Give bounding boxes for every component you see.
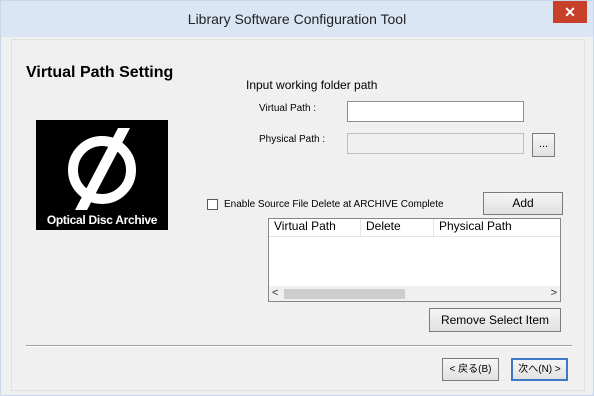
close-icon: ✕ (564, 4, 576, 20)
page-title: Virtual Path Setting (26, 64, 174, 81)
next-button[interactable]: 次へ(N) > (511, 358, 568, 381)
optical-disc-archive-logo: Optical Disc Archive (36, 120, 168, 230)
close-button[interactable]: ✕ (553, 1, 587, 23)
enable-delete-checkbox[interactable] (207, 199, 218, 210)
scroll-right-icon[interactable]: > (551, 286, 557, 301)
back-button[interactable]: < 戻る(B) (442, 358, 499, 381)
virtual-path-input[interactable] (347, 101, 524, 122)
column-virtual-path[interactable]: Virtual Path (269, 219, 361, 236)
disc-logo-icon (68, 128, 136, 210)
column-delete[interactable]: Delete (361, 219, 434, 236)
footer-divider (26, 345, 572, 347)
title-bar[interactable]: Library Software Configuration Tool ✕ (1, 1, 593, 37)
physical-path-input[interactable] (347, 133, 524, 154)
horizontal-scrollbar[interactable]: < > (269, 286, 560, 301)
window-title: Library Software Configuration Tool (187, 11, 407, 27)
list-header: Virtual Path Delete Physical Path (269, 219, 560, 237)
browse-button[interactable]: ... (532, 133, 555, 157)
enable-delete-option[interactable]: Enable Source File Delete at ARCHIVE Com… (207, 199, 444, 210)
logo-text: Optical Disc Archive (46, 213, 158, 227)
physical-path-label: Physical Path : (259, 134, 326, 145)
remove-select-item-button[interactable]: Remove Select Item (429, 308, 561, 332)
column-physical-path[interactable]: Physical Path (434, 219, 560, 236)
virtual-path-label: Virtual Path : (259, 103, 317, 114)
scroll-thumb[interactable] (284, 289, 405, 299)
add-button[interactable]: Add (483, 192, 563, 215)
path-list[interactable]: Virtual Path Delete Physical Path < > (268, 218, 561, 302)
enable-delete-label: Enable Source File Delete at ARCHIVE Com… (224, 199, 444, 210)
section-label: Input working folder path (246, 78, 378, 92)
scroll-left-icon[interactable]: < (272, 286, 278, 301)
